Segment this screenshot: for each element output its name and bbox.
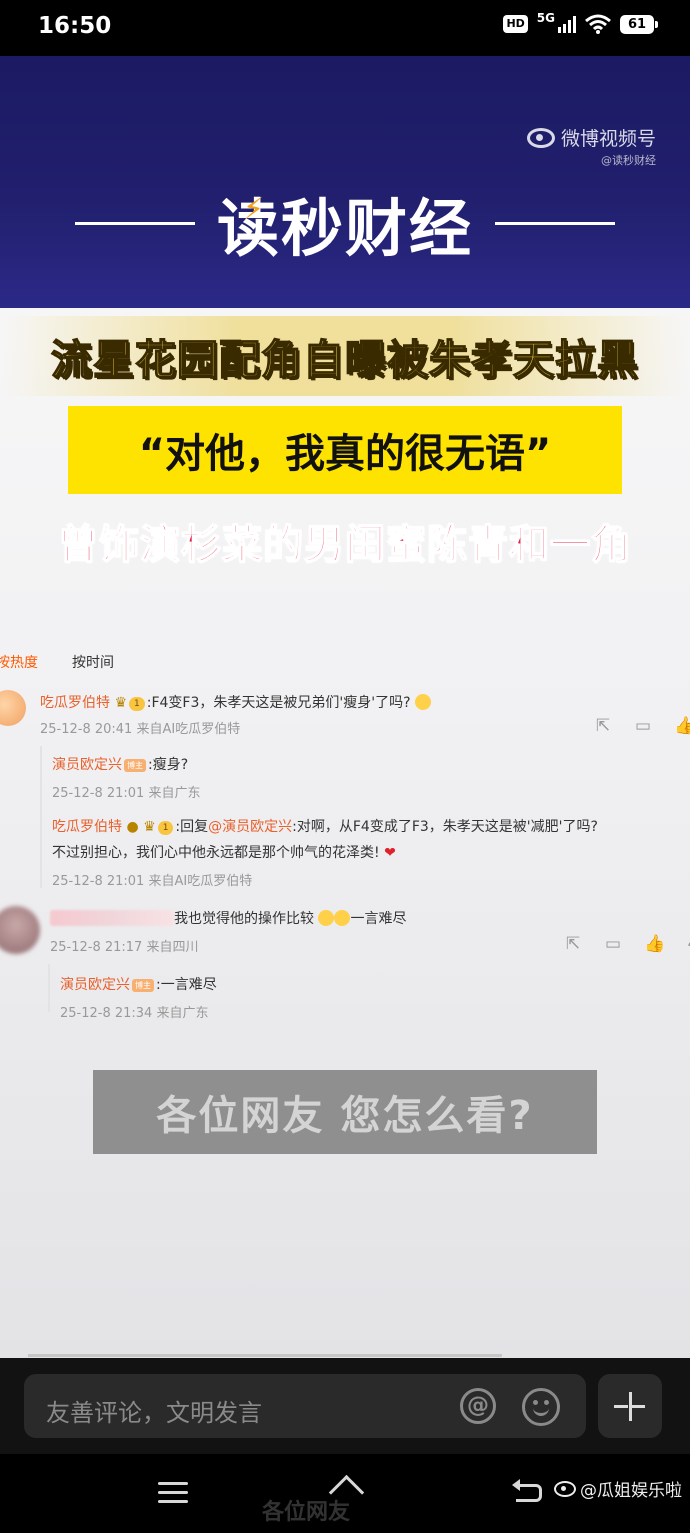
question-text: 各位网友 您怎么看? xyxy=(156,1093,534,1139)
reply-text: 演员欧定兴 博主:瘦身? xyxy=(52,754,188,774)
watermark-text: @瓜姐娱乐啦 xyxy=(580,1481,682,1501)
weibo-logo-icon xyxy=(526,127,555,148)
watermark: @瓜姐娱乐啦 xyxy=(554,1476,682,1501)
brand-title: 读秒财经 ⚡ xyxy=(217,178,473,268)
quote-box: “对他，我真的很无语” xyxy=(68,406,622,494)
video-progress-bar[interactable] xyxy=(28,1354,502,1357)
reply-prefix: :回复 xyxy=(175,819,209,835)
emoji-icon[interactable] xyxy=(522,1388,560,1426)
status-bar: 16:50 HD 5G 61 xyxy=(0,0,690,56)
comment-text: 吃瓜罗伯特 ♛ 1:F4变F3，朱孝天这是被兄弟们'瘦身'了吗? xyxy=(40,692,431,712)
weibo-logo-icon xyxy=(554,1480,576,1497)
avatar xyxy=(0,906,40,954)
comment-input[interactable]: 友善评论，文明发言 @ xyxy=(24,1374,586,1438)
reply-meta: 25-12-8 21:01 来自广东 xyxy=(52,786,201,801)
sort-tabs: 按热度 按时间 xyxy=(0,652,114,672)
status-time: 16:50 xyxy=(38,13,112,39)
brand-row: 读秒财经 ⚡ xyxy=(0,178,690,268)
crying-emoji-icon xyxy=(318,910,335,926)
reply-username: 演员欧定兴 xyxy=(52,757,122,773)
headline-main: 流星花园配角自曝被朱孝天拉黑 xyxy=(50,335,639,385)
avatar xyxy=(0,690,26,726)
reply-text-continued: 不过别担心，我们心中他永远都是那个帅气的花泽类! ❤ xyxy=(52,842,396,862)
menu-icon[interactable] xyxy=(158,1480,188,1504)
reply-thread-line xyxy=(48,964,50,1012)
comment-content-tail: 一言难尽 xyxy=(350,911,407,927)
expand-button[interactable] xyxy=(598,1374,662,1438)
crown-icon: ♛ xyxy=(114,695,128,711)
comment-meta: 25-12-8 21:17 来自四川 xyxy=(50,940,199,955)
crying-emoji-icon xyxy=(334,910,351,926)
like-icon: 👍 xyxy=(674,716,690,736)
vip-badge: 1 xyxy=(157,821,174,835)
sort-by-hot: 按热度 xyxy=(0,655,38,671)
weibo-mark-label: 微博视频号 xyxy=(560,128,656,150)
heart-icon: ❤ xyxy=(384,845,396,861)
crown-icon: ♛ xyxy=(143,819,156,835)
like-icon: 👍 xyxy=(644,934,666,954)
reply-username: 吃瓜罗伯特 xyxy=(52,819,122,835)
comment-content: :F4变F3，朱孝天这是被兄弟们'瘦身'了吗? xyxy=(146,695,411,711)
comment-actions: ⇱ ▭ 👍 xyxy=(594,716,690,736)
quote-text: “对他，我真的很无语” xyxy=(138,431,552,477)
reply-content-2: 不过别担心，我们心中他永远都是那个帅气的花泽类! xyxy=(52,845,380,861)
blogger-tag: 博主 xyxy=(132,979,154,992)
reply-content: :一言难尽 xyxy=(156,977,217,993)
lightning-icon: ⚡ xyxy=(242,192,267,227)
comment-actions: ⇱ ▭ 👍 4 xyxy=(564,934,690,954)
vip-badge: 1 xyxy=(129,697,145,711)
reply-mention: @演员欧定兴 xyxy=(208,819,293,835)
comment-meta: 25-12-8 20:41 来自AI吃瓜罗伯特 xyxy=(40,722,241,737)
share-icon: ⇱ xyxy=(565,934,581,954)
share-icon: ⇱ xyxy=(595,716,611,736)
wifi-icon xyxy=(585,14,611,34)
mention-icon[interactable]: @ xyxy=(460,1388,496,1424)
reply-content: :对啊，从F4变成了F3，朱孝天这是被'减肥'了吗? xyxy=(292,819,598,835)
weibo-video-mark: 微博视频号 xyxy=(526,124,656,151)
comment-icon: ▭ xyxy=(604,934,622,954)
reply-text: 演员欧定兴 博主:一言难尽 xyxy=(60,974,217,994)
brand-divider-left xyxy=(74,221,195,225)
video-player[interactable]: 微博视频号 @读秒财经 读秒财经 ⚡ 流星花园配角自曝被朱孝天拉黑 “对他，我真… xyxy=(0,56,690,1358)
headline-sub: 曾饰演杉菜的男闺蜜陈青和一角 xyxy=(57,521,632,569)
weibo-handle: @读秒财经 xyxy=(601,154,656,167)
comment-text: 我也觉得他的操作比较 一言难尽 xyxy=(50,908,406,928)
reply-content: :瘦身? xyxy=(148,757,189,773)
reply-text: 吃瓜罗伯特 ● ♛ 1:回复@演员欧定兴:对啊，从F4变成了F3，朱孝天这是被'减… xyxy=(52,816,598,836)
hd-badge: HD xyxy=(503,15,528,33)
title-banner: 微博视频号 @读秒财经 读秒财经 ⚡ xyxy=(0,56,690,308)
blurred-username xyxy=(50,910,174,926)
signal-icon xyxy=(558,15,576,33)
like-count: 4 xyxy=(684,934,690,954)
battery-icon: 61 xyxy=(620,14,658,34)
comment-composer: 友善评论，文明发言 @ xyxy=(0,1358,690,1454)
back-icon[interactable] xyxy=(512,1478,544,1504)
system-nav-bar: 各位网友 @瓜姐娱乐啦 xyxy=(0,1454,690,1533)
comment-placeholder: 友善评论，文明发言 xyxy=(46,1399,262,1427)
home-icon[interactable] xyxy=(326,1474,366,1510)
blogger-tag: 博主 xyxy=(124,759,146,772)
network-label: 5G xyxy=(536,11,555,25)
brand-divider-right xyxy=(495,221,615,225)
reply-meta: 25-12-8 21:34 来自广东 xyxy=(60,1006,209,1021)
status-indicators: HD 5G 61 xyxy=(503,11,658,34)
reply-meta: 25-12-8 21:01 来自AI吃瓜罗伯特 xyxy=(52,874,253,889)
sort-by-time: 按时间 xyxy=(72,655,114,671)
question-box: 各位网友 您怎么看? xyxy=(93,1070,597,1154)
comment-content: 我也觉得他的操作比较 xyxy=(174,911,314,927)
reply-username: 演员欧定兴 xyxy=(60,977,130,993)
grin-emoji-icon xyxy=(414,694,431,710)
comment-icon: ▭ xyxy=(634,716,652,736)
comment-username: 吃瓜罗伯特 xyxy=(40,695,110,711)
verified-icon: ● xyxy=(126,819,139,835)
reply-thread-line xyxy=(40,746,42,888)
